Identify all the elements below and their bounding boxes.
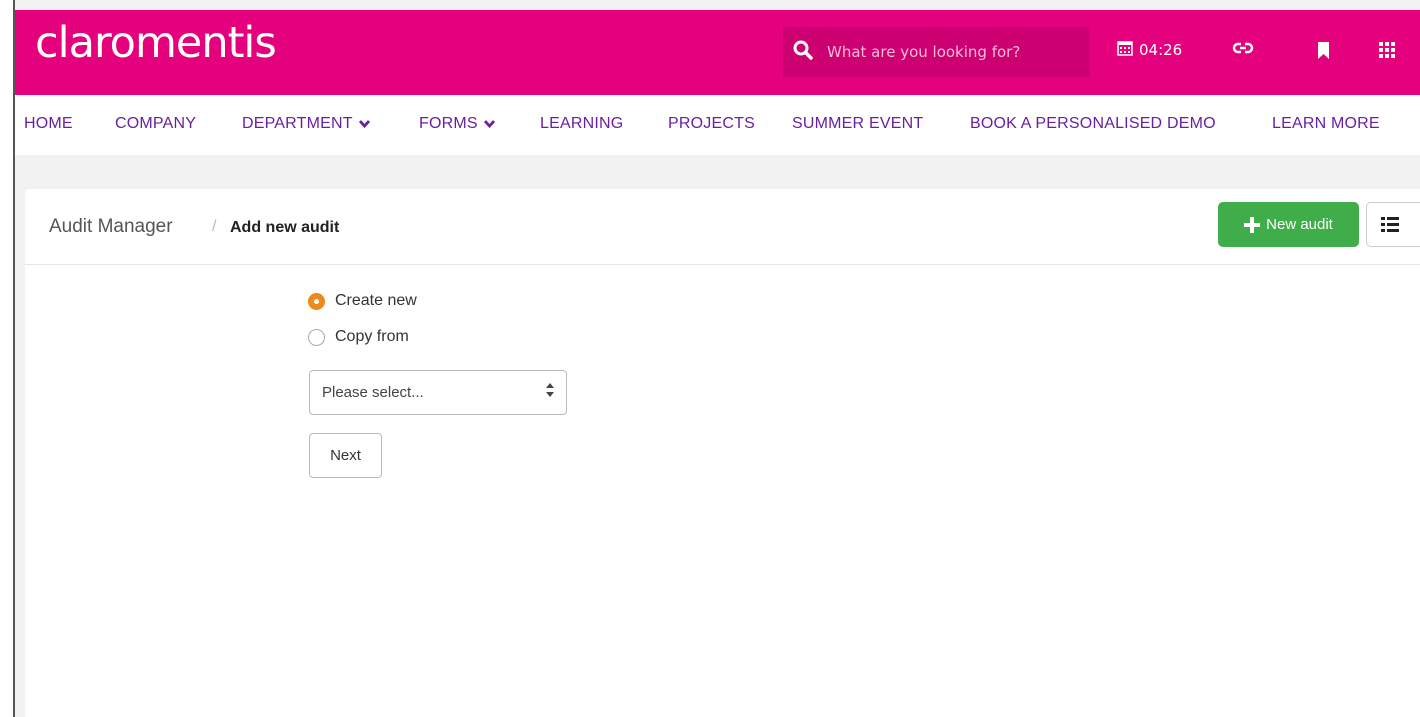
nav-label: FORMS xyxy=(419,115,478,132)
list-icon xyxy=(1381,216,1399,232)
copy-from-option[interactable]: Copy from xyxy=(308,328,409,346)
logo[interactable]: claromentis xyxy=(35,18,277,68)
plus-icon xyxy=(1244,216,1261,233)
next-label: Next xyxy=(330,447,361,464)
nav-item-book-demo[interactable]: BOOK A PERSONALISED DEMO xyxy=(970,115,1216,133)
create-new-radio[interactable] xyxy=(308,292,325,310)
link-icon[interactable] xyxy=(1232,40,1254,56)
chevron-down-icon xyxy=(483,120,495,128)
next-button[interactable]: Next xyxy=(309,433,382,478)
list-view-button[interactable] xyxy=(1366,202,1420,247)
nav-label: SUMMER EVENT xyxy=(792,115,924,132)
nav-label: DEPARTMENT xyxy=(242,115,353,132)
nav-item-learning[interactable]: LEARNING xyxy=(540,115,623,133)
nav-label: COMPANY xyxy=(115,115,197,132)
audit-card: Audit Manager / Add new audit New audit … xyxy=(25,189,1420,717)
nav-label: HOME xyxy=(24,115,73,132)
card-header: Audit Manager / Add new audit New audit xyxy=(25,189,1420,265)
nav-label: PROJECTS xyxy=(668,115,755,132)
new-audit-button[interactable]: New audit xyxy=(1218,202,1359,247)
clock[interactable]: 04:26 xyxy=(1117,40,1182,60)
nav-item-learn-more[interactable]: LEARN MORE xyxy=(1272,115,1380,133)
new-audit-label: New audit xyxy=(1266,216,1333,233)
nav-item-forms[interactable]: FORMS xyxy=(419,115,495,133)
nav-item-company[interactable]: COMPANY xyxy=(115,115,196,133)
breadcrumb-audit-manager[interactable]: Audit Manager xyxy=(49,216,173,238)
nav-label: LEARN MORE xyxy=(1272,115,1380,132)
nav-item-department[interactable]: DEPARTMENT xyxy=(242,115,370,133)
nav-item-projects[interactable]: PROJECTS xyxy=(668,115,755,133)
select-value: Please select... xyxy=(322,384,424,401)
clock-time: 04:26 xyxy=(1139,41,1183,59)
create-new-label: Create new xyxy=(335,292,417,309)
copy-from-radio[interactable] xyxy=(308,328,325,346)
main-nav: HOME COMPANY DEPARTMENT FORMS LEARNING P… xyxy=(15,95,1420,155)
page-title: Add new audit xyxy=(230,219,340,236)
search-icon xyxy=(793,40,813,64)
top-header: claromentis What are you looking for? 04… xyxy=(15,10,1420,95)
search-placeholder: What are you looking for? xyxy=(827,43,1021,61)
window-frame-edge xyxy=(0,0,15,717)
select-arrows-icon xyxy=(546,383,554,397)
apps-grid-icon[interactable] xyxy=(1379,42,1395,58)
calendar-icon xyxy=(1117,40,1133,60)
search-input[interactable]: What are you looking for? xyxy=(783,27,1090,77)
copy-from-label: Copy from xyxy=(335,328,409,345)
copy-from-select[interactable]: Please select... xyxy=(309,370,567,415)
chevron-down-icon xyxy=(358,120,370,128)
nav-item-summer-event[interactable]: SUMMER EVENT xyxy=(792,115,923,133)
nav-label: LEARNING xyxy=(540,115,624,132)
nav-label: BOOK A PERSONALISED DEMO xyxy=(970,115,1216,132)
create-new-option[interactable]: Create new xyxy=(308,292,417,310)
nav-item-home[interactable]: HOME xyxy=(24,115,73,133)
breadcrumb-separator: / xyxy=(212,218,217,235)
bookmark-icon[interactable] xyxy=(1317,42,1330,59)
